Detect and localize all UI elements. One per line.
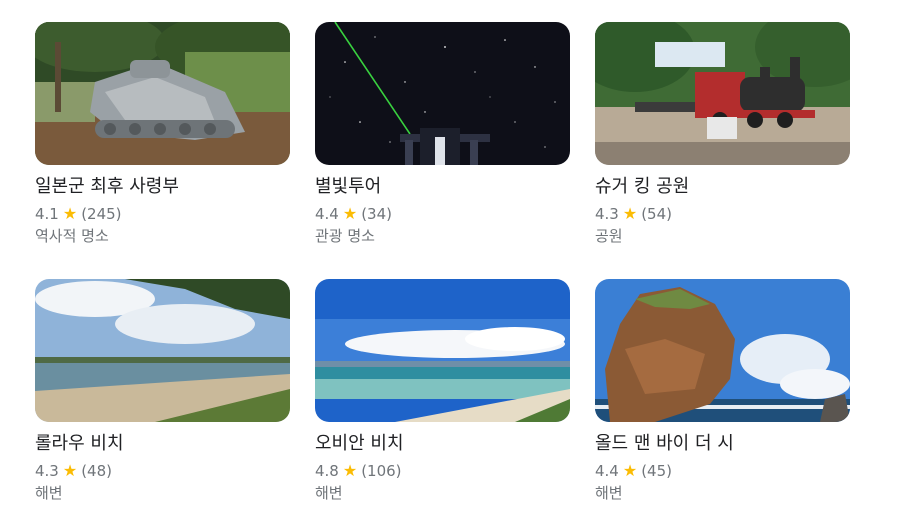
place-category: 공원 bbox=[595, 227, 623, 245]
place-thumbnail[interactable] bbox=[595, 279, 850, 422]
place-name[interactable]: 오비안 비치 bbox=[315, 432, 570, 456]
rating-line: 4.3 ★ (54) bbox=[595, 204, 850, 224]
rating-line: 4.4 ★ (45) bbox=[595, 461, 850, 481]
review-count: (34) bbox=[361, 205, 392, 223]
place-card[interactable]: 슈거 킹 공원 4.3 ★ (54) 공원 bbox=[595, 22, 850, 259]
rating-line: 4.4 ★ (34) bbox=[315, 204, 570, 224]
beach-photo bbox=[315, 279, 570, 422]
review-count: (54) bbox=[641, 205, 672, 223]
place-name[interactable]: 슈거 킹 공원 bbox=[595, 175, 850, 199]
places-grid: 일본군 최후 사령부 4.1 ★ (245) 역사적 명소 별빛투어 4.4 ★… bbox=[35, 22, 850, 516]
place-card[interactable]: 별빛투어 4.4 ★ (34) 관광 명소 bbox=[315, 22, 570, 259]
place-name[interactable]: 별빛투어 bbox=[315, 175, 570, 199]
rating-value: 4.4 bbox=[315, 205, 339, 223]
rating-value: 4.8 bbox=[315, 462, 339, 480]
night-sky-photo bbox=[315, 22, 570, 165]
rating-value: 4.3 bbox=[35, 462, 59, 480]
place-thumbnail[interactable] bbox=[35, 22, 290, 165]
place-card[interactable]: 롤라우 비치 4.3 ★ (48) 해변 bbox=[35, 279, 290, 516]
review-count: (245) bbox=[81, 205, 122, 223]
review-count: (106) bbox=[361, 462, 402, 480]
rating-value: 4.1 bbox=[35, 205, 59, 223]
place-category: 해변 bbox=[35, 484, 63, 502]
review-count: (48) bbox=[81, 462, 112, 480]
review-count: (45) bbox=[641, 462, 672, 480]
rating-value: 4.3 bbox=[595, 205, 619, 223]
place-category: 역사적 명소 bbox=[35, 227, 109, 245]
place-category: 해변 bbox=[595, 484, 623, 502]
place-name[interactable]: 올드 맨 바이 더 시 bbox=[595, 432, 850, 456]
place-category: 관광 명소 bbox=[315, 227, 375, 245]
beach-photo bbox=[35, 279, 290, 422]
place-thumbnail[interactable] bbox=[315, 22, 570, 165]
place-thumbnail[interactable] bbox=[315, 279, 570, 422]
star-icon: ★ bbox=[622, 461, 638, 480]
rating-line: 4.1 ★ (245) bbox=[35, 204, 290, 224]
star-icon: ★ bbox=[62, 461, 78, 480]
rating-line: 4.3 ★ (48) bbox=[35, 461, 290, 481]
rock-photo bbox=[595, 279, 850, 422]
place-card[interactable]: 올드 맨 바이 더 시 4.4 ★ (45) 해변 bbox=[595, 279, 850, 516]
star-icon: ★ bbox=[622, 204, 638, 223]
star-icon: ★ bbox=[342, 204, 358, 223]
place-thumbnail[interactable] bbox=[35, 279, 290, 422]
locomotive-photo bbox=[595, 22, 850, 165]
place-card[interactable]: 오비안 비치 4.8 ★ (106) 해변 bbox=[315, 279, 570, 516]
place-name[interactable]: 일본군 최후 사령부 bbox=[35, 175, 290, 199]
place-thumbnail[interactable] bbox=[595, 22, 850, 165]
rating-line: 4.8 ★ (106) bbox=[315, 461, 570, 481]
rating-value: 4.4 bbox=[595, 462, 619, 480]
star-icon: ★ bbox=[342, 461, 358, 480]
star-icon: ★ bbox=[62, 204, 78, 223]
place-category: 해변 bbox=[315, 484, 343, 502]
place-card[interactable]: 일본군 최후 사령부 4.1 ★ (245) 역사적 명소 bbox=[35, 22, 290, 259]
tank-photo bbox=[35, 22, 290, 165]
place-name[interactable]: 롤라우 비치 bbox=[35, 432, 290, 456]
